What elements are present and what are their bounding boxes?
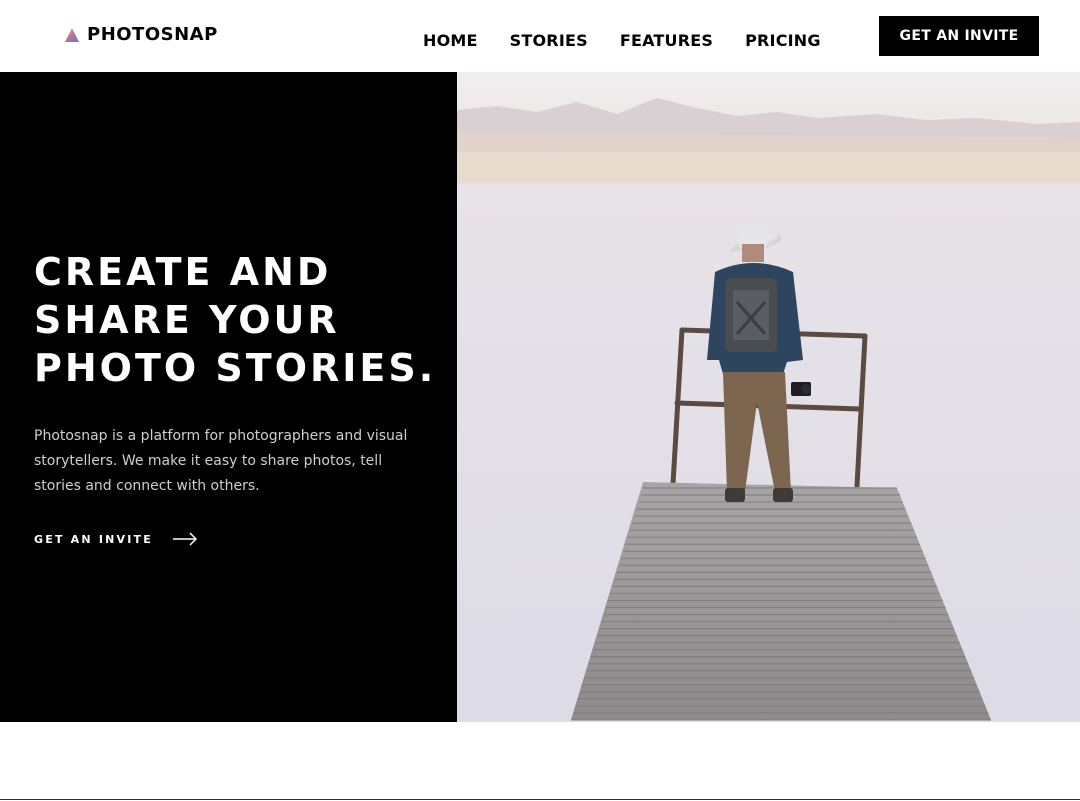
hero-title: CREATE AND SHARE YOUR PHOTO STORIES. xyxy=(34,248,434,392)
nav-features[interactable]: FEATURES xyxy=(620,31,713,50)
hero-title-line: CREATE AND xyxy=(34,250,332,294)
site-header: PHOTOSNAP HOME STORIES FEATURES PRICING … xyxy=(0,0,1080,72)
hero-description: Photosnap is a platform for photographer… xyxy=(34,428,408,494)
hero-get-invite-link[interactable]: GET AN INVITE xyxy=(34,532,199,546)
nav-pricing[interactable]: PRICING xyxy=(745,31,821,50)
hero-title-line: PHOTO STORIES. xyxy=(34,346,437,390)
hero-image xyxy=(457,72,1080,722)
below-hero-area xyxy=(0,722,1080,800)
hero-title-line: SHARE YOUR xyxy=(34,298,340,342)
man-on-pier-photo xyxy=(457,72,1080,722)
brand-name: PHOTOSNAP xyxy=(87,24,218,45)
hero-text-panel: CREATE AND SHARE YOUR PHOTO STORIES. Pho… xyxy=(0,72,457,722)
arrow-right-icon xyxy=(172,532,198,546)
main-nav: HOME STORIES FEATURES PRICING xyxy=(423,31,821,50)
get-invite-button[interactable]: GET AN INVITE xyxy=(879,16,1039,56)
nav-home[interactable]: HOME xyxy=(423,31,478,50)
triangle-gradient-icon xyxy=(65,27,79,42)
nav-stories[interactable]: STORIES xyxy=(510,31,588,50)
hero-link-label: GET AN INVITE xyxy=(34,532,153,546)
brand-logo[interactable]: PHOTOSNAP xyxy=(64,24,218,45)
